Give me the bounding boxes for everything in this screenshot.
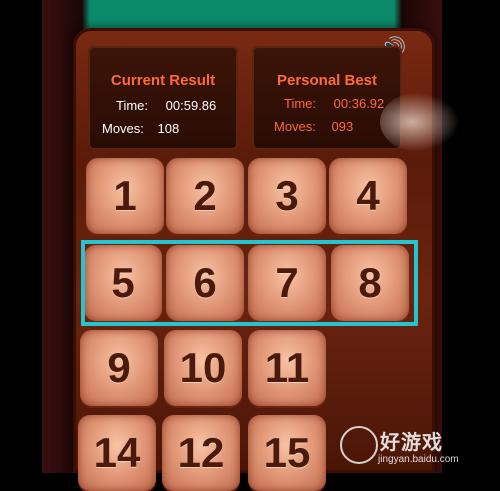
current-result-panel: Current Result Time: 00:59.86 Moves: 108 (88, 46, 238, 150)
tile-4[interactable]: 4 (329, 158, 407, 234)
tile-5[interactable]: 5 (84, 245, 162, 321)
best-moves-value: 093 (331, 119, 354, 134)
watermark-logo-icon (340, 426, 378, 464)
current-time-label: Time: (116, 98, 149, 113)
tile-2[interactable]: 2 (166, 158, 244, 234)
finger-overlay (380, 92, 460, 152)
watermark: 好游戏 jingyan.baidu.com (330, 420, 500, 473)
best-time-label: Time: (284, 96, 317, 111)
current-moves-value: 108 (157, 121, 180, 136)
tile-11[interactable]: 11 (248, 330, 326, 406)
best-time-value: 00:36.92 (333, 96, 385, 111)
best-time-row: Time: 00:36.92 (284, 96, 384, 111)
current-moves-row: Moves: 108 (102, 121, 179, 136)
current-moves-label: Moves: (102, 121, 144, 136)
tile-8[interactable]: 8 (331, 245, 409, 321)
tile-7[interactable]: 7 (248, 245, 326, 321)
tile-10[interactable]: 10 (164, 330, 242, 406)
personal-best-title: Personal Best (276, 72, 378, 89)
tile-15[interactable]: 15 (248, 415, 326, 491)
watermark-url: jingyan.baidu.com (378, 454, 459, 465)
tile-3[interactable]: 3 (248, 158, 326, 234)
current-result-title: Current Result (110, 72, 216, 89)
tile-9[interactable]: 9 (80, 330, 158, 406)
tile-14[interactable]: 14 (78, 415, 156, 491)
watermark-text: 好游戏 (380, 432, 443, 454)
best-moves-label: Moves: (274, 119, 316, 134)
personal-best-panel: Personal Best Time: 00:36.92 Moves: 093 (252, 46, 402, 150)
current-time-row: Time: 00:59.86 (116, 98, 216, 113)
tile-12[interactable]: 12 (162, 415, 240, 491)
tile-1[interactable]: 1 (86, 158, 164, 234)
best-moves-row: Moves: 093 (274, 119, 353, 134)
tile-6[interactable]: 6 (166, 245, 244, 321)
current-time-value: 00:59.86 (165, 98, 217, 113)
